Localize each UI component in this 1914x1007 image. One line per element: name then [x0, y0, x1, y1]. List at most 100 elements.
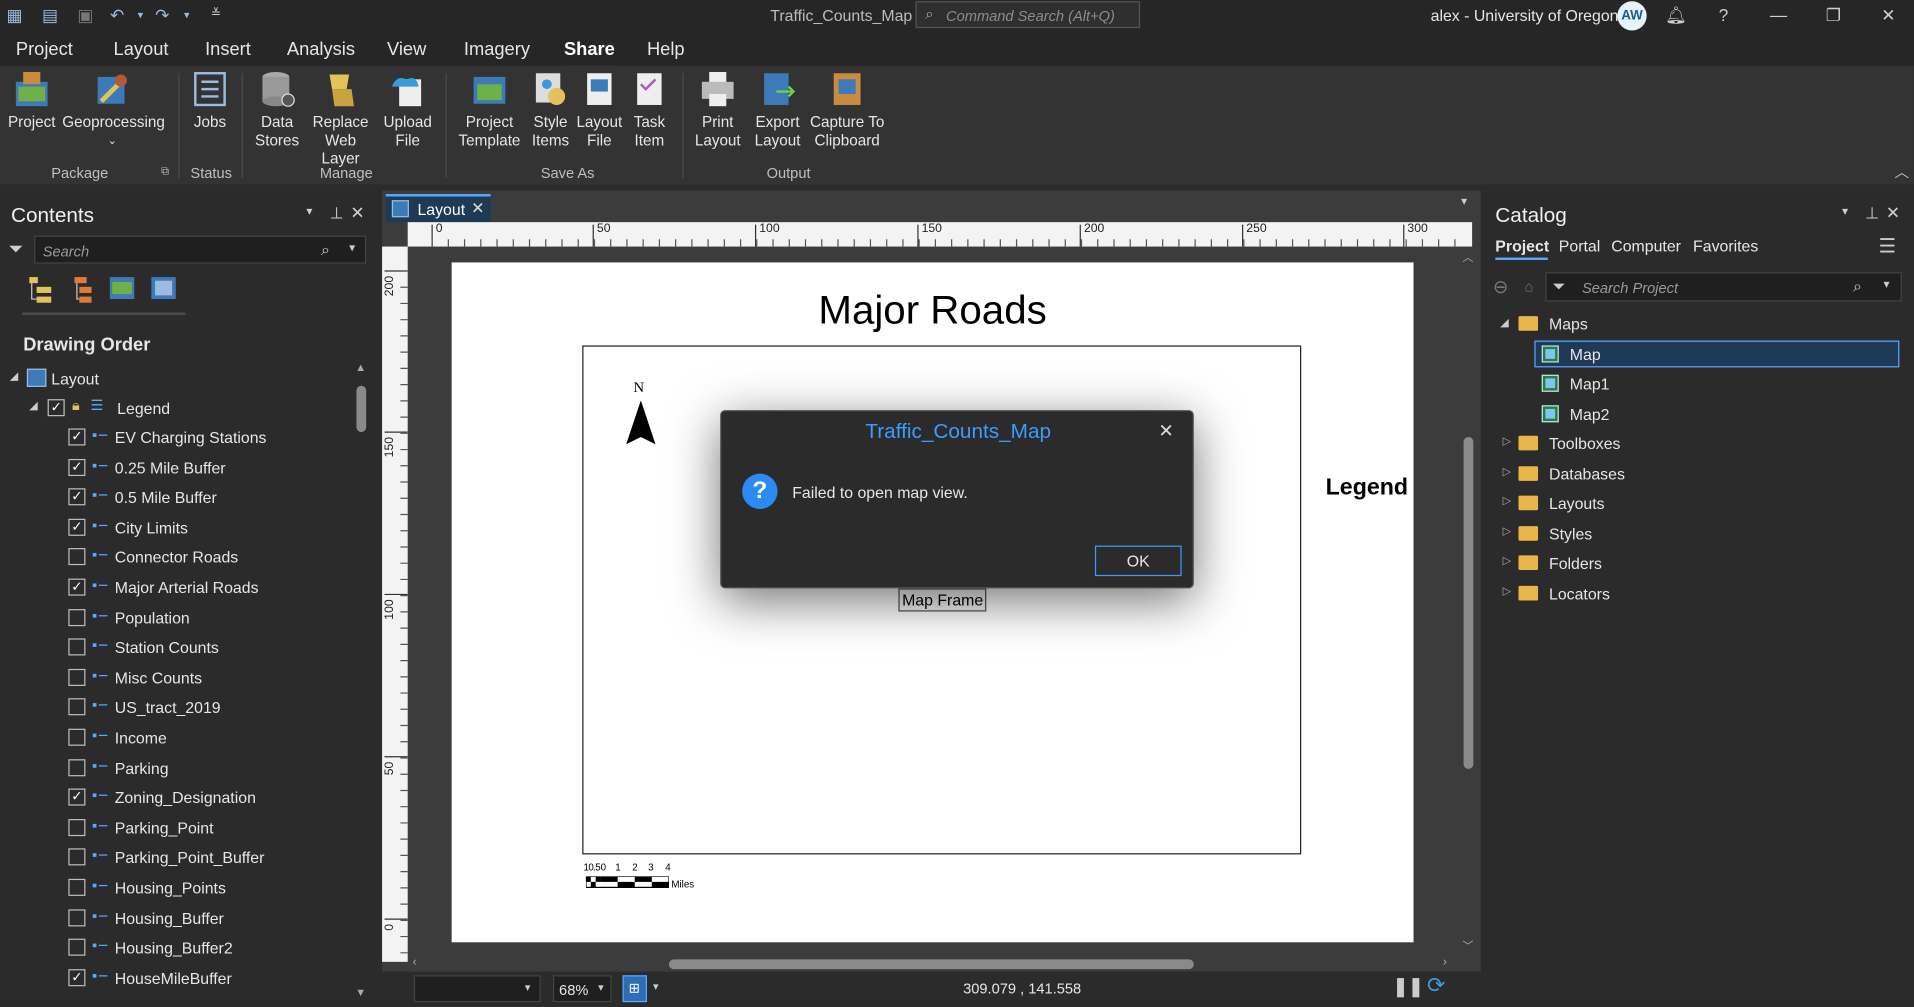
- collapse-ribbon-icon[interactable]: ︿: [1894, 161, 1909, 182]
- tab-insert[interactable]: Insert: [205, 39, 251, 60]
- scale-dropdown[interactable]: ▾: [413, 975, 541, 1003]
- signed-in-user[interactable]: alex - University of Oregon: [1431, 6, 1619, 24]
- redo-icon[interactable]: ↷: [153, 5, 173, 25]
- scale-bar[interactable]: 1 0.5 0 1 2 3 4 Miles: [583, 862, 729, 896]
- layout-file-button[interactable]: Layout File: [575, 70, 624, 151]
- back-icon[interactable]: ⊖: [1493, 276, 1508, 298]
- layer-row[interactable]: Parking_Point: [66, 815, 349, 842]
- layer-row[interactable]: Misc Counts: [66, 665, 349, 692]
- filter-icon[interactable]: ⏷: [9, 239, 24, 260]
- layout-root-row[interactable]: ◢ Layout: [10, 366, 352, 393]
- close-icon[interactable]: ✕: [350, 203, 364, 224]
- layer-row[interactable]: Population: [66, 605, 349, 632]
- chevron-down-icon[interactable]: ▾: [306, 205, 312, 218]
- upload-file-button[interactable]: Upload File: [380, 70, 436, 151]
- help-icon[interactable]: ?: [1711, 2, 1735, 26]
- layer-row[interactable]: ✓ EV Charging Stations: [66, 425, 349, 452]
- save-project-icon[interactable]: ▣: [76, 5, 96, 25]
- page-title[interactable]: Major Roads: [452, 287, 1414, 333]
- style-items-button[interactable]: Style Items: [527, 70, 573, 151]
- search-icon[interactable]: ⌕: [1853, 277, 1862, 297]
- tab-layout[interactable]: Layout: [114, 39, 169, 60]
- layer-row[interactable]: ✓ 0.25 Mile Buffer: [66, 455, 349, 482]
- chevron-down-icon[interactable]: ▾: [1842, 205, 1848, 218]
- catalog-folder-maps[interactable]: ◢ Maps: [1497, 311, 1900, 338]
- list-by-source-icon[interactable]: [67, 275, 94, 304]
- layer-visibility-checkbox[interactable]: ✓: [68, 968, 86, 987]
- undo-icon[interactable]: ↶: [107, 5, 127, 25]
- contents-scrollbar[interactable]: ▲ ▼: [352, 361, 370, 1001]
- notifications-bell-icon[interactable]: 🔔︎: [1664, 2, 1688, 26]
- restore-button[interactable]: ❐: [1821, 2, 1845, 26]
- catalog-folder-toolboxes[interactable]: ▷ Toolboxes: [1497, 431, 1900, 458]
- layer-row[interactable]: ✓ Major Arterial Roads: [66, 575, 349, 602]
- tab-analysis[interactable]: Analysis: [287, 39, 355, 60]
- filter-icon[interactable]: ⏷: [1553, 277, 1566, 297]
- project-template-button[interactable]: Project Template: [458, 70, 521, 151]
- contents-search-input[interactable]: Search ⌕ ▾: [34, 235, 367, 264]
- catalog-folder-locators[interactable]: ▷ Locators: [1497, 581, 1900, 608]
- tab-project[interactable]: Project: [16, 39, 73, 60]
- layer-row[interactable]: Parking_Point_Buffer: [66, 845, 349, 872]
- list-by-selection-icon[interactable]: [107, 275, 136, 304]
- layer-row[interactable]: Station Counts: [66, 635, 349, 662]
- tab-layout-view[interactable]: Layout ✕: [385, 194, 491, 223]
- scroll-left-icon[interactable]: ‹: [413, 956, 417, 969]
- catalog-menu-icon[interactable]: ☰: [1879, 234, 1897, 258]
- layer-visibility-checkbox[interactable]: [68, 938, 86, 956]
- pin-icon[interactable]: ⊥: [330, 204, 344, 224]
- customize-toolbar-icon[interactable]: ≚: [206, 5, 226, 25]
- layer-row[interactable]: Housing_Buffer: [66, 905, 349, 932]
- legend-row[interactable]: ◢ ✓ 🔒︎ ☰ Legend: [29, 395, 351, 422]
- list-by-drawing-order-icon[interactable]: [27, 275, 54, 304]
- task-item-button[interactable]: Task Item: [627, 70, 671, 151]
- expand-triangle-icon[interactable]: ▷: [1503, 435, 1511, 448]
- export-layout-button[interactable]: Export Layout: [748, 70, 807, 151]
- legend-visibility-checkbox[interactable]: ✓: [47, 399, 65, 417]
- layout-horizontal-scrollbar[interactable]: ‹ ›: [408, 956, 1460, 973]
- layer-row[interactable]: Income: [66, 725, 349, 752]
- layer-row[interactable]: Housing_Points: [66, 875, 349, 902]
- ok-button[interactable]: OK: [1094, 545, 1182, 577]
- catalog-tab-favorites[interactable]: Favorites: [1693, 237, 1758, 255]
- layout-vscroll-thumb[interactable]: [1463, 436, 1474, 769]
- legend-element[interactable]: Legend: [1326, 475, 1408, 502]
- catalog-map-item[interactable]: Map1: [1536, 371, 1900, 398]
- catalog-map-item-selected[interactable]: Map: [1534, 340, 1900, 368]
- package-dialog-launcher-icon[interactable]: ⧉: [161, 165, 169, 178]
- catalog-folder-styles[interactable]: ▷ Styles: [1497, 521, 1900, 548]
- expand-triangle-icon[interactable]: ▷: [1503, 585, 1511, 598]
- avatar[interactable]: AW: [1617, 1, 1647, 31]
- snapping-button[interactable]: ⊞: [622, 975, 647, 1003]
- redo-dropdown-icon[interactable]: ▾: [177, 5, 197, 25]
- pause-drawing-icon[interactable]: ❚❚: [1393, 975, 1424, 997]
- layer-row[interactable]: Housing_Buffer2: [66, 935, 349, 962]
- layer-visibility-checkbox[interactable]: ✓: [68, 458, 86, 476]
- chevron-down-icon[interactable]: ▾: [598, 981, 604, 994]
- catalog-tab-project[interactable]: Project: [1495, 237, 1549, 255]
- contents-scroll-thumb[interactable]: [356, 385, 367, 433]
- command-search-input[interactable]: ⌕ Command Search (Alt+Q): [915, 1, 1141, 29]
- layer-visibility-checkbox[interactable]: [68, 638, 86, 656]
- tab-share[interactable]: Share: [563, 39, 615, 69]
- close-tab-icon[interactable]: ✕: [471, 199, 484, 219]
- pin-icon[interactable]: ⊥: [1865, 204, 1879, 224]
- chevron-down-icon[interactable]: ▾: [1883, 278, 1889, 291]
- layer-visibility-checkbox[interactable]: [68, 548, 86, 566]
- layer-visibility-checkbox[interactable]: [68, 698, 86, 716]
- layout-vertical-scrollbar[interactable]: ︿ ﹀: [1460, 247, 1477, 962]
- layer-visibility-checkbox[interactable]: [68, 668, 86, 686]
- layout-hscroll-thumb[interactable]: [668, 959, 1194, 970]
- catalog-search-input[interactable]: ⏷ Search Project ⌕ ▾: [1545, 272, 1902, 302]
- catalog-folder-layouts[interactable]: ▷ Layouts: [1497, 491, 1900, 518]
- layer-visibility-checkbox[interactable]: [68, 908, 86, 926]
- scroll-right-icon[interactable]: ›: [1443, 956, 1447, 969]
- expand-triangle-icon[interactable]: ▷: [1503, 495, 1511, 508]
- layer-row[interactable]: US_tract_2019: [66, 695, 349, 722]
- layer-visibility-checkbox[interactable]: [68, 758, 86, 776]
- close-window-button[interactable]: ✕: [1876, 2, 1900, 26]
- scroll-up-icon[interactable]: ▲: [355, 361, 366, 373]
- catalog-folder-databases[interactable]: ▷ Databases: [1497, 461, 1900, 488]
- capture-to-clipboard-button[interactable]: Capture To Clipboard: [808, 70, 886, 151]
- replace-web-layer-button[interactable]: Replace Web Layer: [304, 70, 377, 169]
